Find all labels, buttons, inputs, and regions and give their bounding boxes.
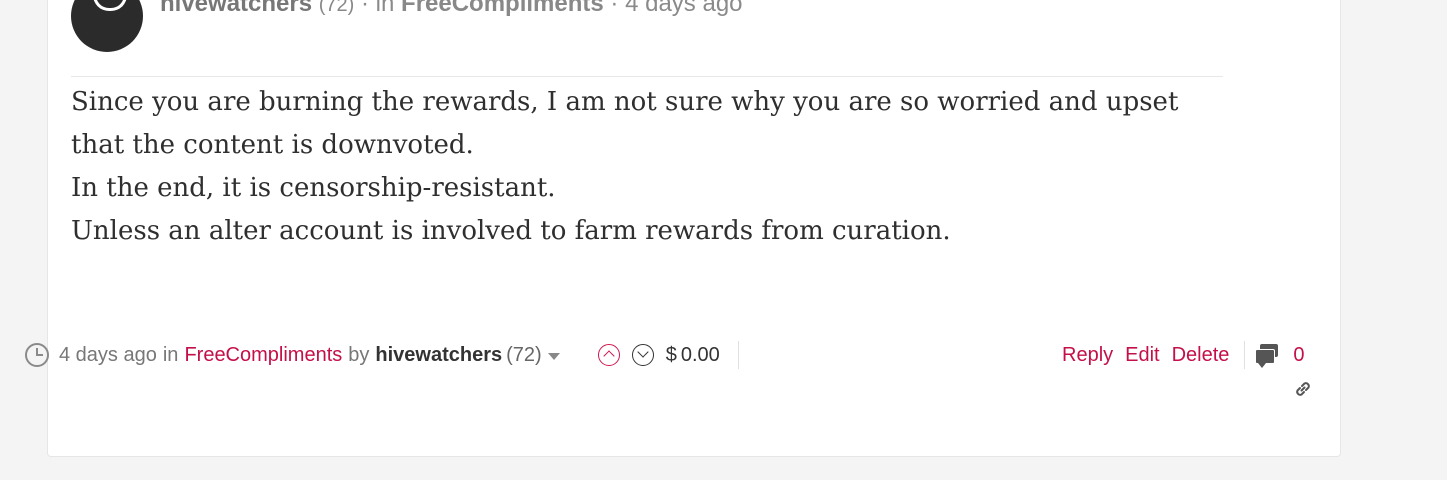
comment-actions: Reply Edit Delete 0 bbox=[1062, 340, 1305, 370]
footer-time-link[interactable]: 4 days ago bbox=[59, 344, 157, 367]
footer-author-link[interactable]: hivewatchers bbox=[375, 344, 502, 367]
comment-footer: 4 days ago in FreeCompliments by hivewat… bbox=[25, 340, 739, 370]
comments-icon[interactable] bbox=[1255, 344, 1279, 368]
downvote-icon[interactable] bbox=[631, 344, 654, 366]
comment-line: Since you are burning the rewards, I am … bbox=[71, 87, 1179, 160]
edit-button[interactable]: Edit bbox=[1125, 344, 1159, 367]
footer-reputation: (72) bbox=[506, 343, 542, 366]
header-time[interactable]: 4 days ago bbox=[625, 0, 742, 17]
header-in-label: in bbox=[375, 0, 395, 17]
vote-controls: $ 0.00 bbox=[597, 341, 739, 369]
clock-icon bbox=[25, 343, 49, 367]
header-author-link[interactable]: hivewatchers bbox=[160, 0, 312, 17]
comment-line: In the end, it is censorship-resistant. bbox=[71, 173, 556, 203]
header-category-link[interactable]: FreeCompliments bbox=[401, 0, 604, 17]
reply-button[interactable]: Reply bbox=[1062, 344, 1113, 367]
author-dropdown-caret-icon[interactable] bbox=[547, 352, 560, 360]
actions-divider bbox=[1244, 341, 1246, 369]
comment-body: Since you are burning the rewards, I am … bbox=[71, 81, 1221, 253]
link-icon[interactable] bbox=[1293, 379, 1313, 399]
upvote-icon[interactable] bbox=[597, 344, 620, 366]
comment-line: Unless an alter account is involved to f… bbox=[71, 216, 951, 246]
footer-in-label: in bbox=[162, 343, 179, 366]
post-header: hivewatchers (72) · in FreeCompliments ·… bbox=[160, 0, 743, 18]
footer-by-label: by bbox=[348, 343, 370, 366]
header-divider bbox=[71, 76, 1223, 77]
avatar-logo-icon bbox=[93, 0, 127, 11]
comment-count[interactable]: 0 bbox=[1293, 344, 1304, 367]
footer-category-link[interactable]: FreeCompliments bbox=[184, 344, 342, 367]
header-reputation: (72) bbox=[318, 0, 355, 16]
payout-value[interactable]: $ 0.00 bbox=[666, 341, 739, 369]
delete-button[interactable]: Delete bbox=[1172, 344, 1230, 367]
